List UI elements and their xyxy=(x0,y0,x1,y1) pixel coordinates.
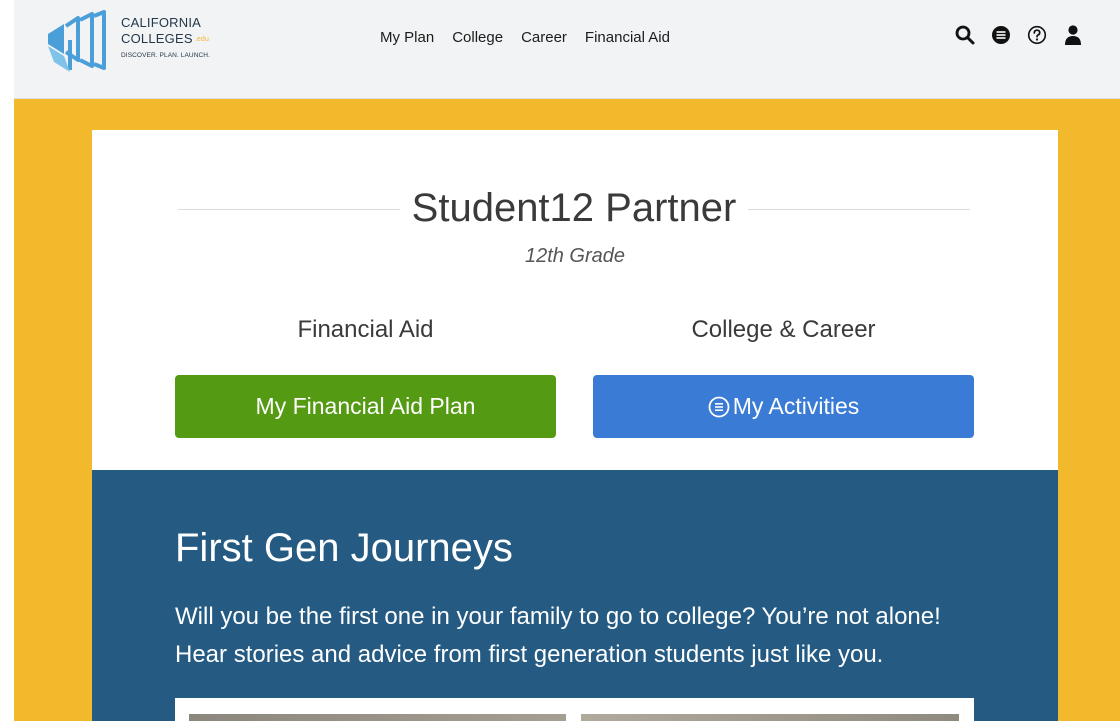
search-icon[interactable] xyxy=(954,24,976,46)
my-financial-aid-plan-button[interactable]: My Financial Aid Plan xyxy=(175,375,556,438)
main-nav: My Plan College Career Financial Aid xyxy=(380,29,670,46)
profile-card: Student12 Partner 12th Grade Financial A… xyxy=(92,130,1058,470)
messages-icon[interactable] xyxy=(990,24,1012,46)
my-financial-aid-plan-label: My Financial Aid Plan xyxy=(255,393,476,419)
student-grade: 12th Grade xyxy=(524,245,626,267)
college-career-heading: College & Career xyxy=(691,316,876,343)
nav-item-financial-aid[interactable]: Financial Aid xyxy=(585,29,670,46)
user-icon[interactable] xyxy=(1062,24,1084,46)
site-header: CALIFORNIA COLLEGES .edu DISCOVER. PLAN. … xyxy=(14,0,1120,99)
journeys-title: First Gen Journeys xyxy=(175,526,513,570)
list-icon xyxy=(708,396,730,418)
page: CALIFORNIA COLLEGES .edu DISCOVER. PLAN. … xyxy=(0,0,1120,721)
nav-item-my-plan[interactable]: My Plan xyxy=(380,29,434,46)
journeys-description: Will you be the first one in your family… xyxy=(175,603,941,668)
video-thumbnail[interactable] xyxy=(189,714,566,721)
video-thumbnail[interactable] xyxy=(581,714,959,721)
nav-item-career[interactable]: Career xyxy=(521,29,567,46)
student-name-row: Student12 Partner xyxy=(178,186,970,230)
nav-item-college[interactable]: College xyxy=(452,29,503,46)
logo-line-california: CALIFORNIA xyxy=(121,15,202,30)
my-activities-label: My Activities xyxy=(732,393,860,419)
logo-line-colleges: COLLEGES .edu xyxy=(121,31,251,48)
my-activities-button[interactable]: My Activities xyxy=(593,375,974,438)
financial-aid-heading: Financial Aid xyxy=(297,316,434,343)
video-gallery xyxy=(175,698,974,721)
header-icons xyxy=(954,24,1084,46)
logo-edu-suffix: .edu xyxy=(194,35,210,43)
first-gen-journeys-section: First Gen Journeys Will you be the first… xyxy=(92,470,1058,721)
student-name: Student12 Partner xyxy=(411,186,737,230)
logo-tagline: DISCOVER. PLAN. LAUNCH. xyxy=(121,51,210,59)
help-icon[interactable] xyxy=(1026,24,1048,46)
logo-colleges-word: COLLEGES xyxy=(121,31,193,46)
logo-text: CALIFORNIA COLLEGES .edu DISCOVER. PLAN. … xyxy=(121,15,251,59)
logo-mark-icon xyxy=(48,10,106,72)
left-edge xyxy=(0,0,14,721)
california-colleges-logo[interactable]: CALIFORNIA COLLEGES .edu DISCOVER. PLAN. … xyxy=(44,10,244,74)
